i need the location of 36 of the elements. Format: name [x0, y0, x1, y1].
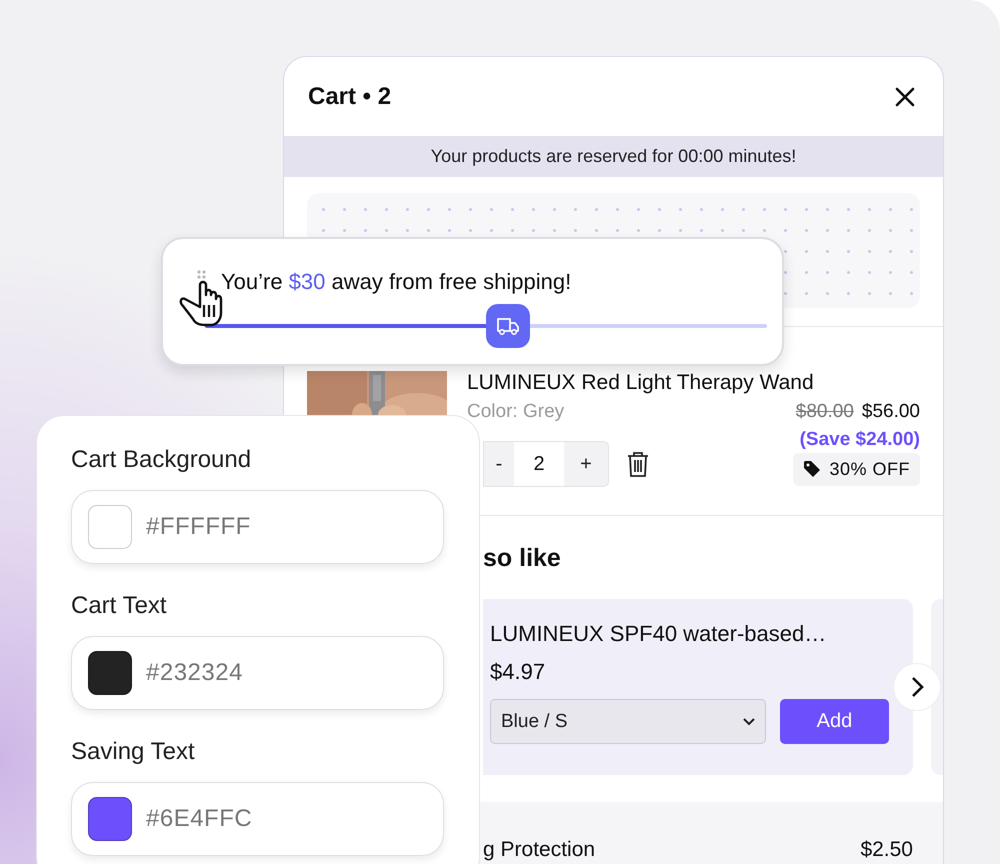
- color-swatch[interactable]: [88, 505, 132, 549]
- color-field[interactable]: #232324: [71, 636, 444, 710]
- sale-price: $56.00: [862, 401, 920, 423]
- drag-hand-icon: [177, 269, 223, 327]
- truck-icon[interactable]: [486, 304, 530, 348]
- shipping-message: You’re $30 away from free shipping!: [221, 269, 572, 295]
- summary-value: $2.50: [860, 838, 913, 863]
- saving-text: (Save $24.00): [800, 429, 920, 451]
- cart-title: Cart • 2: [308, 82, 392, 110]
- color-field[interactable]: #6E4FFC: [71, 782, 444, 856]
- chevron-right-icon: [910, 676, 924, 698]
- color-swatch[interactable]: [88, 797, 132, 841]
- original-price: $80.00: [796, 401, 854, 423]
- add-button[interactable]: Add: [780, 699, 889, 744]
- color-swatch[interactable]: [88, 651, 132, 695]
- color-field[interactable]: #FFFFFF: [71, 490, 444, 564]
- section-heading: so like: [483, 544, 562, 573]
- discount-badge: 30% OFF: [793, 452, 920, 486]
- summary-label: g Protection: [483, 838, 596, 863]
- color-value: #FFFFFF: [146, 513, 251, 541]
- product-name: LUMINEUX Red Light Therapy Wand: [467, 371, 815, 395]
- setting-label: Cart Text: [71, 592, 168, 620]
- variant-select[interactable]: Blue / S: [490, 699, 766, 744]
- trash-icon[interactable]: [627, 451, 649, 477]
- setting-label: Saving Text: [71, 738, 196, 766]
- increase-button[interactable]: +: [564, 442, 608, 486]
- decrease-button[interactable]: -: [484, 442, 514, 486]
- color-value: #6E4FFC: [146, 805, 252, 833]
- product-price: $4.97: [490, 659, 546, 685]
- chevron-down-icon: [742, 718, 755, 726]
- product-name: LUMINEUX SPF40 water-based…: [490, 621, 828, 647]
- product-variant: Color: Grey: [467, 401, 564, 423]
- setting-label: Cart Background: [71, 446, 252, 474]
- close-icon[interactable]: [893, 84, 917, 108]
- reservation-banner: Your products are reserved for 00:00 minutes!: [284, 136, 943, 177]
- color-value: #232324: [146, 659, 243, 687]
